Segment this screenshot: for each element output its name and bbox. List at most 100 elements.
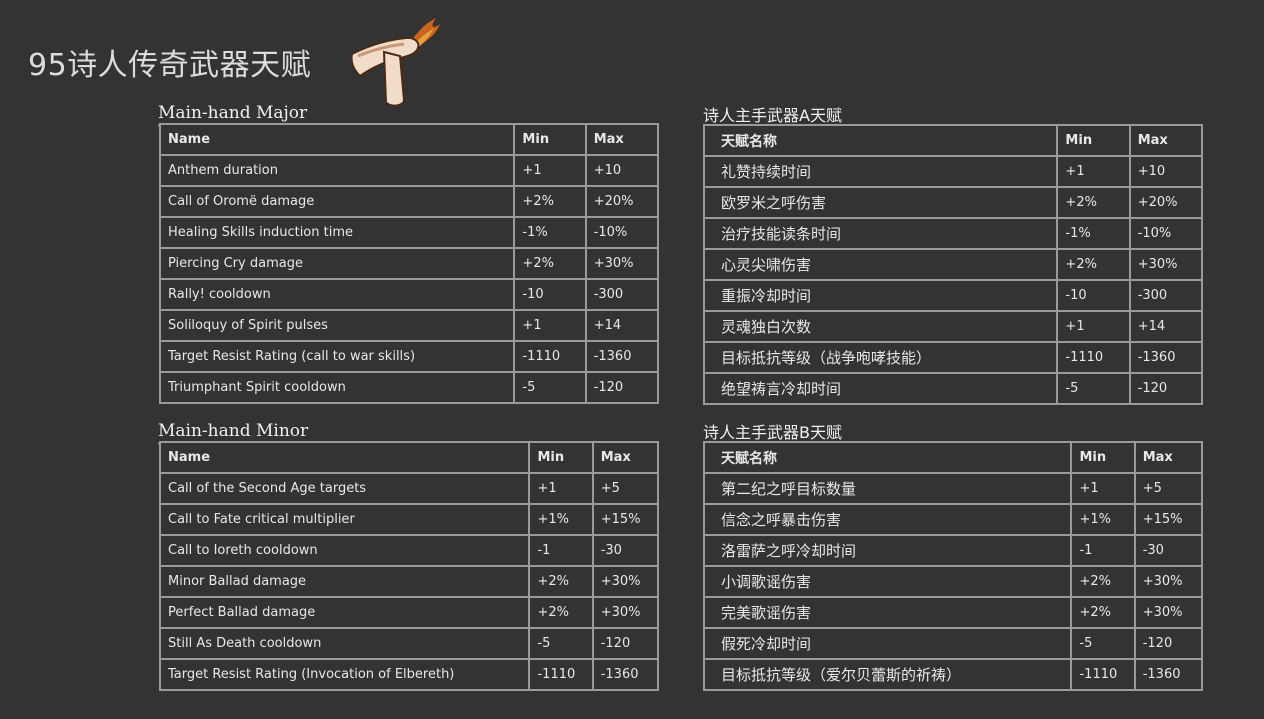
column-header: 天赋名称 xyxy=(705,443,1071,472)
min-value: +1% xyxy=(530,505,592,534)
talent-name: Perfect Ballad damage xyxy=(161,598,529,627)
max-value: +15% xyxy=(1135,505,1201,534)
table-row: 治疗技能读条时间 -1% -10% xyxy=(705,219,1201,248)
column-header: Min xyxy=(1072,443,1134,472)
max-value: -1360 xyxy=(593,660,657,689)
talent-name: Call to Fate critical multiplier xyxy=(161,505,529,534)
talent-name: 灵魂独白次数 xyxy=(705,312,1057,341)
table-row: 洛雷萨之呼冷却时间 -1 -30 xyxy=(705,536,1201,565)
min-value: -5 xyxy=(1072,629,1134,658)
table-row: Still As Death cooldown -5 -120 xyxy=(161,629,657,658)
talent-name: 洛雷萨之呼冷却时间 xyxy=(705,536,1071,565)
min-value: +2% xyxy=(1072,567,1134,596)
table-row: 完美歌谣伤害 +2% +30% xyxy=(705,598,1201,627)
minor-en-table: Name Min Max Call of the Second Age targ… xyxy=(159,441,659,691)
max-value: -300 xyxy=(586,280,657,309)
table-row: Rally! cooldown -10 -300 xyxy=(161,280,657,309)
table-row: Call to Fate critical multiplier +1% +15% xyxy=(161,505,657,534)
max-value: -1360 xyxy=(1130,343,1201,372)
table-row: 目标抵抗等级（爱尔贝蕾斯的祈祷） -1110 -1360 xyxy=(705,660,1201,689)
column-header: Min xyxy=(515,125,585,154)
min-value: -1110 xyxy=(1072,660,1134,689)
max-value: -120 xyxy=(586,373,657,402)
table-row: Call to Ioreth cooldown -1 -30 xyxy=(161,536,657,565)
table-row: 心灵尖啸伤害 +2% +30% xyxy=(705,250,1201,279)
table-row: Call of Oromë damage +2% +20% xyxy=(161,187,657,216)
table-row: 小调歌谣伤害 +2% +30% xyxy=(705,567,1201,596)
min-value: +2% xyxy=(515,249,585,278)
max-value: -30 xyxy=(1135,536,1201,565)
talent-name: Anthem duration xyxy=(161,156,514,185)
table-row: 礼赞持续时间 +1 +10 xyxy=(705,157,1201,186)
min-value: +2% xyxy=(1058,250,1129,279)
max-value: +14 xyxy=(1130,312,1201,341)
talent-name: 信念之呼暴击伤害 xyxy=(705,505,1071,534)
min-value: +1 xyxy=(1058,157,1129,186)
min-value: -1 xyxy=(1072,536,1134,565)
max-value: +5 xyxy=(593,474,657,503)
talent-name: Healing Skills induction time xyxy=(161,218,514,247)
table-row: Soliloquy of Spirit pulses +1 +14 xyxy=(161,311,657,340)
page: 95诗人传奇武器天赋 Main-hand Major Name Min Max … xyxy=(0,0,1264,719)
max-value: +20% xyxy=(586,187,657,216)
table-row: 第二纪之呼目标数量 +1 +5 xyxy=(705,474,1201,503)
talent-name: 治疗技能读条时间 xyxy=(705,219,1057,248)
min-value: -1 xyxy=(530,536,592,565)
max-value: -120 xyxy=(1130,374,1201,403)
talent-name: 完美歌谣伤害 xyxy=(705,598,1071,627)
max-value: +20% xyxy=(1130,188,1201,217)
min-value: +2% xyxy=(515,187,585,216)
min-value: -5 xyxy=(515,373,585,402)
talent-name: 目标抵抗等级（爱尔贝蕾斯的祈祷） xyxy=(705,660,1071,689)
talent-name: Target Resist Rating (Invocation of Elbe… xyxy=(161,660,529,689)
page-title: 95诗人传奇武器天赋 xyxy=(28,48,312,83)
major-en-table: Name Min Max Anthem duration +1 +10 Call o… xyxy=(159,123,659,404)
talent-name: Call of the Second Age targets xyxy=(161,474,529,503)
table-row: Minor Ballad damage +2% +30% xyxy=(161,567,657,596)
min-value: +2% xyxy=(530,598,592,627)
max-value: -30 xyxy=(593,536,657,565)
max-value: -120 xyxy=(593,629,657,658)
max-value: +30% xyxy=(593,598,657,627)
min-value: +2% xyxy=(1072,598,1134,627)
table-header-row: 天赋名称 Min Max xyxy=(705,126,1201,155)
table-row: Call of the Second Age targets +1 +5 xyxy=(161,474,657,503)
talent-name: 心灵尖啸伤害 xyxy=(705,250,1057,279)
talent-name: 目标抵抗等级（战争咆哮技能） xyxy=(705,343,1057,372)
talent-name: Minor Ballad damage xyxy=(161,567,529,596)
talent-name: Target Resist Rating (call to war skills… xyxy=(161,342,514,371)
max-value: -10% xyxy=(586,218,657,247)
max-value: -120 xyxy=(1135,629,1201,658)
talent-name: Still As Death cooldown xyxy=(161,629,529,658)
column-header: Max xyxy=(1130,126,1201,155)
min-value: +1 xyxy=(1072,474,1134,503)
max-value: +30% xyxy=(1135,567,1201,596)
column-header: 天赋名称 xyxy=(705,126,1057,155)
talent-name: 假死冷却时间 xyxy=(705,629,1071,658)
talent-name: Rally! cooldown xyxy=(161,280,514,309)
column-header: Min xyxy=(1058,126,1129,155)
max-value: +10 xyxy=(1130,157,1201,186)
table-row: 灵魂独白次数 +1 +14 xyxy=(705,312,1201,341)
min-value: -1% xyxy=(1058,219,1129,248)
max-value: +10 xyxy=(586,156,657,185)
table-row: Perfect Ballad damage +2% +30% xyxy=(161,598,657,627)
min-value: -1110 xyxy=(515,342,585,371)
talent-name: Call of Oromë damage xyxy=(161,187,514,216)
table-row: 欧罗米之呼伤害 +2% +20% xyxy=(705,188,1201,217)
talent-name: Call to Ioreth cooldown xyxy=(161,536,529,565)
min-value: +2% xyxy=(530,567,592,596)
min-value: -1% xyxy=(515,218,585,247)
table-row: Target Resist Rating (call to war skills… xyxy=(161,342,657,371)
column-header: Name xyxy=(161,443,529,472)
max-value: +30% xyxy=(1135,598,1201,627)
major-zh-table: 天赋名称 Min Max 礼赞持续时间 +1 +10 欧罗米之呼伤害 +2% +20% … xyxy=(703,124,1203,405)
talent-name: 绝望祷言冷却时间 xyxy=(705,374,1057,403)
column-header: Name xyxy=(161,125,514,154)
hammer-flame-icon xyxy=(350,18,440,107)
max-value: +15% xyxy=(593,505,657,534)
column-header: Max xyxy=(1135,443,1201,472)
table-row: 信念之呼暴击伤害 +1% +15% xyxy=(705,505,1201,534)
table-row: Piercing Cry damage +2% +30% xyxy=(161,249,657,278)
table-row: Healing Skills induction time -1% -10% xyxy=(161,218,657,247)
